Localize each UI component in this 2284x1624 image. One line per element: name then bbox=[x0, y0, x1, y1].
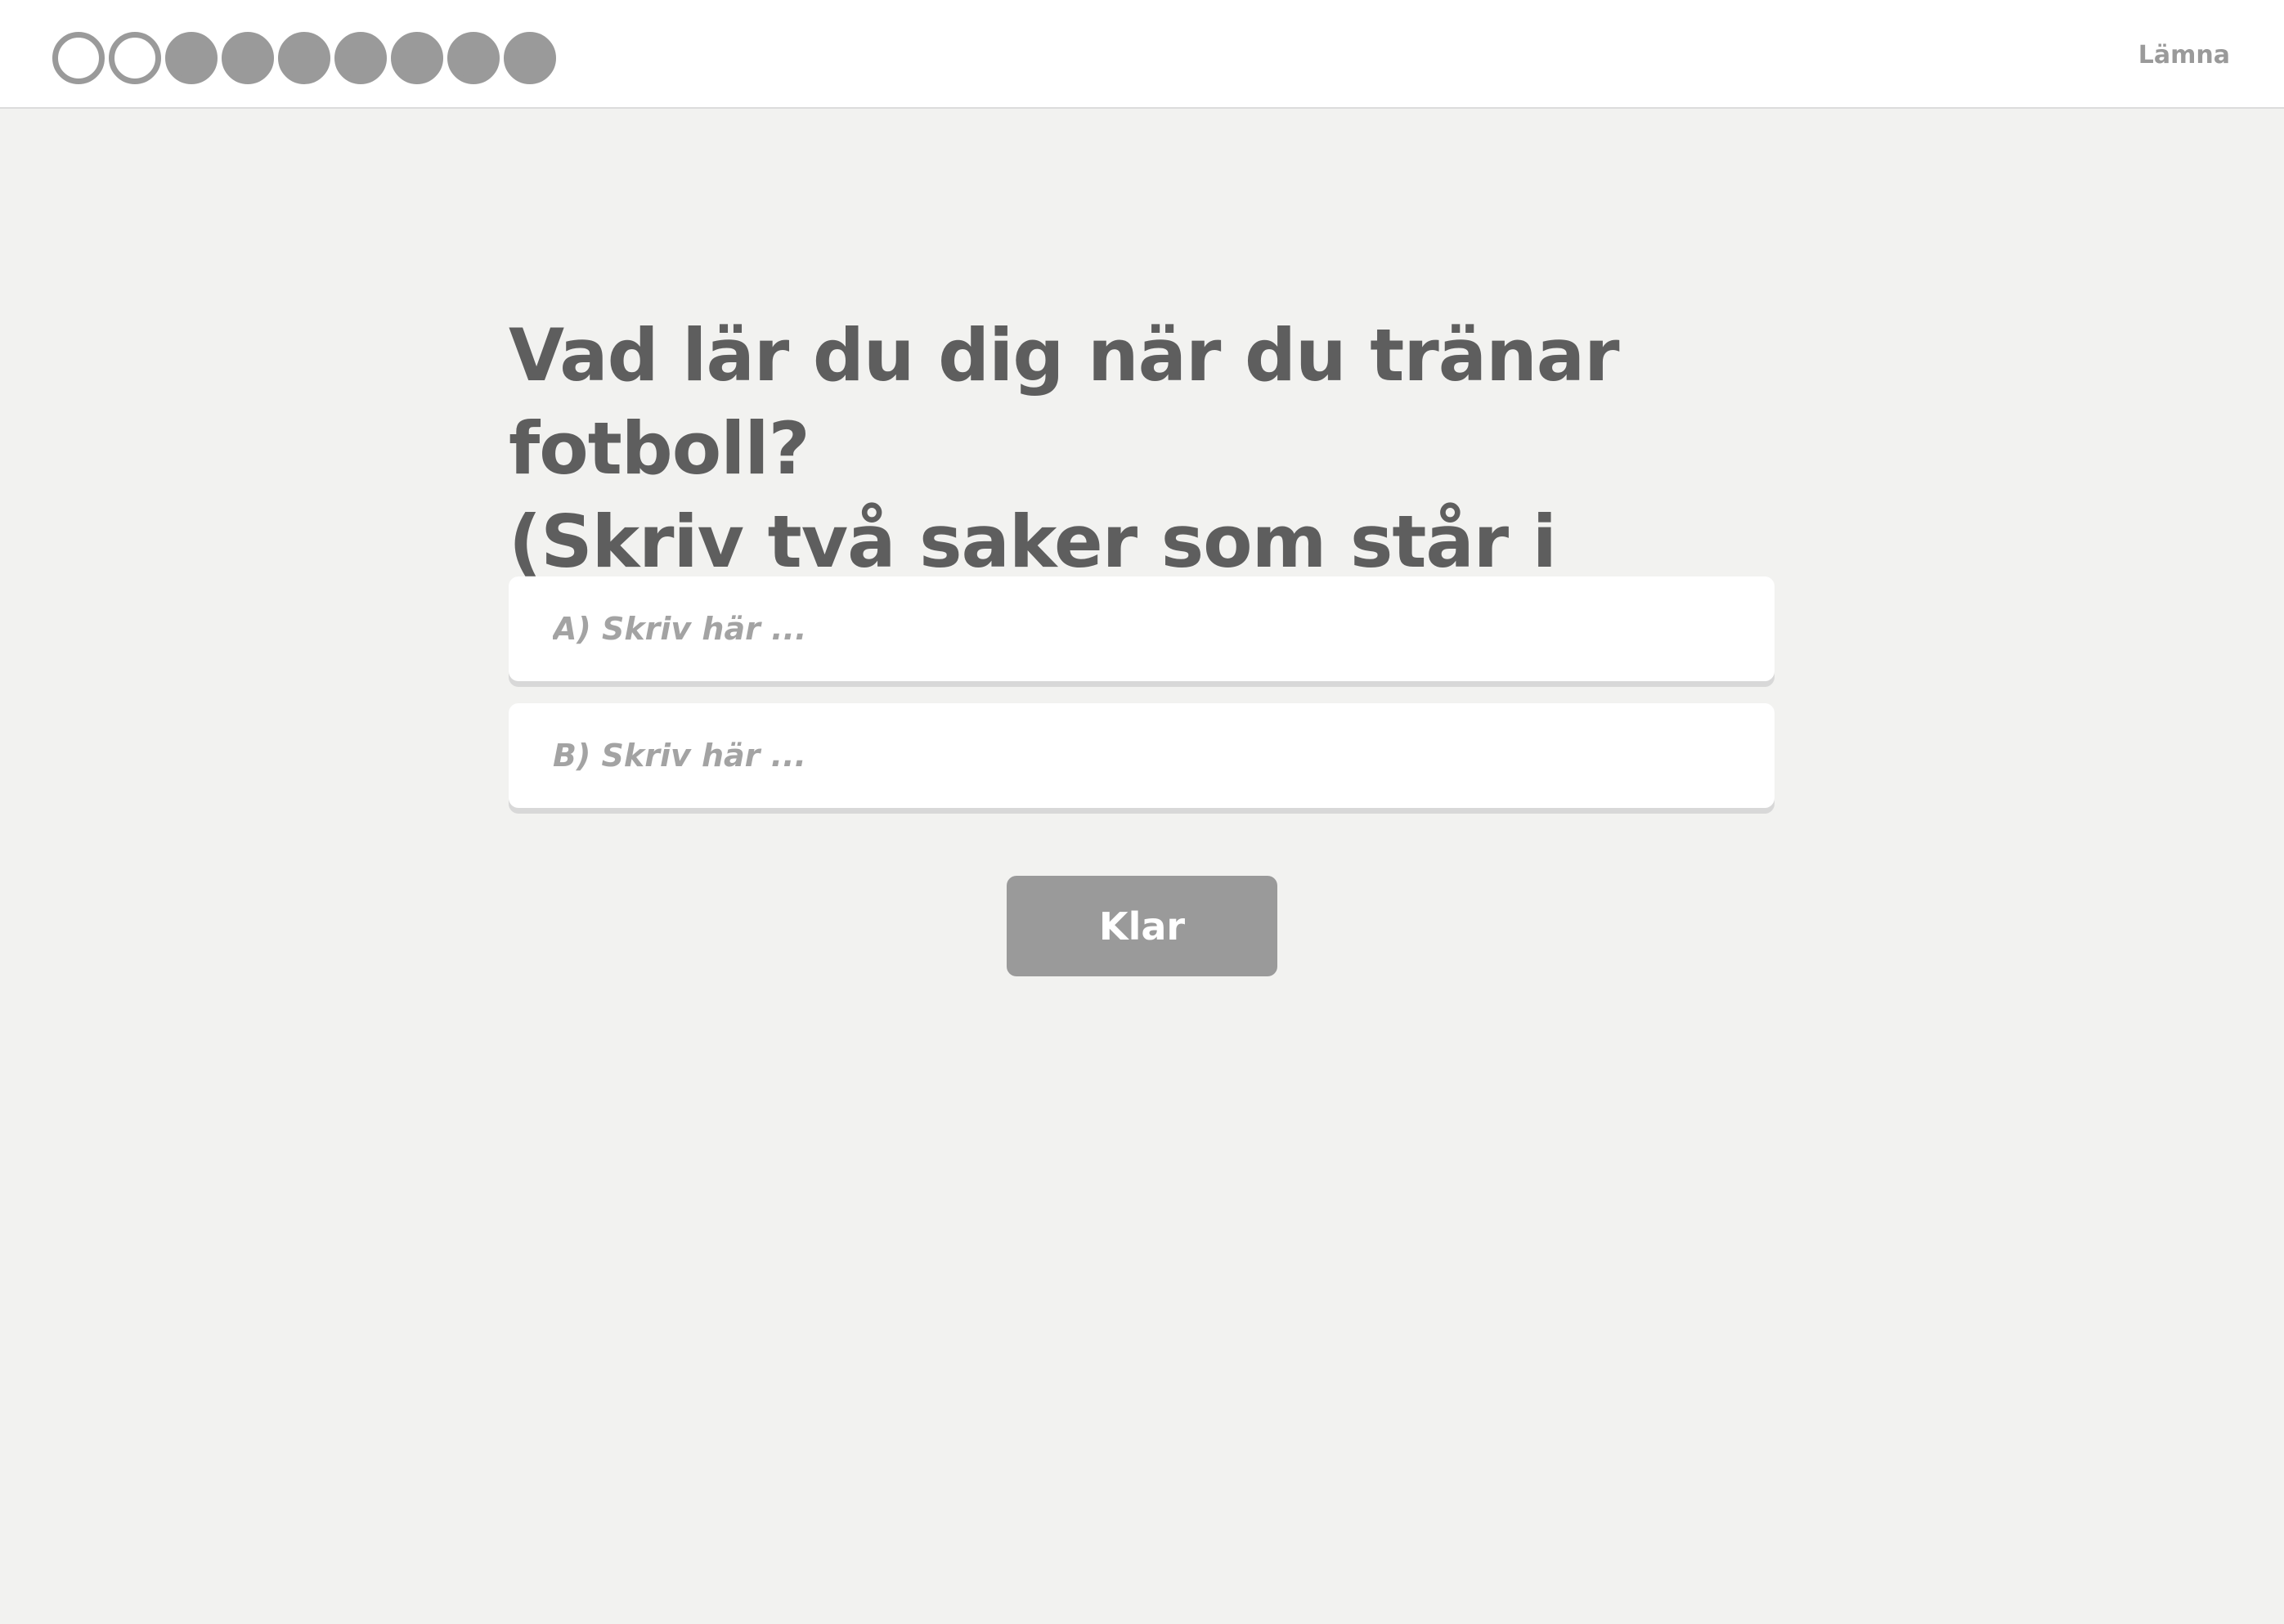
progress-dot-remaining bbox=[447, 32, 500, 84]
progress-dot-remaining bbox=[504, 32, 556, 84]
progress-dot-remaining bbox=[278, 32, 330, 84]
progress-dot-completed bbox=[109, 32, 161, 84]
progress-dot-remaining bbox=[222, 32, 274, 84]
leave-button[interactable]: Lämna bbox=[2138, 41, 2230, 70]
answer-b-box bbox=[509, 703, 1775, 808]
answer-b-input[interactable] bbox=[551, 737, 1732, 774]
progress-dot-remaining bbox=[391, 32, 443, 84]
progress-dot-remaining bbox=[165, 32, 218, 84]
question-line-1: Vad lär du dig när du tränar fotboll? bbox=[509, 313, 1620, 491]
top-bar: Lämna bbox=[0, 0, 2284, 109]
progress-dot-completed bbox=[52, 32, 105, 84]
progress-dot-remaining bbox=[334, 32, 387, 84]
done-button[interactable]: Klar bbox=[1007, 876, 1277, 976]
answer-a-box bbox=[509, 576, 1775, 681]
answer-a-input[interactable] bbox=[551, 610, 1732, 648]
progress-indicator bbox=[52, 32, 556, 84]
